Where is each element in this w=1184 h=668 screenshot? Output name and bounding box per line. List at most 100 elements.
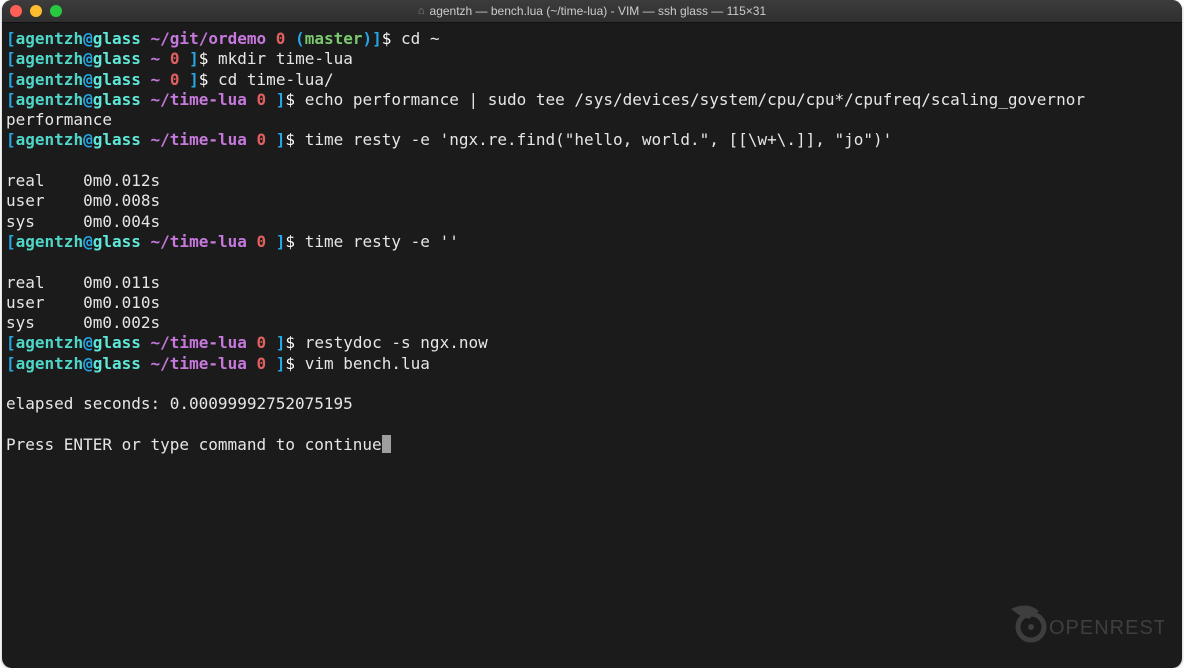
window-title: ⌂ agentzh — bench.lua (~/time-lua) - VIM… [2,4,1182,18]
prompt-bracket: ] [276,130,286,149]
prompt-bracket: [ [6,232,16,251]
prompt-bracket: ] [189,70,199,89]
command-text: time resty -e 'ngx.re.find("hello, world… [305,130,893,149]
prompt-status: 0 [257,90,267,109]
prompt-dir: ~/time-lua [151,130,247,149]
prompt-bracket: [ [6,130,16,149]
time-real-value: 0m0.012s [83,171,160,190]
prompt-user: agentzh [16,130,83,149]
prompt-dollar: $ [285,333,295,352]
home-icon: ⌂ [418,5,425,17]
prompt-bracket: [ [6,29,16,48]
prompt-dollar: $ [285,130,295,149]
close-icon[interactable] [10,5,22,17]
command-text: time resty -e '' [305,232,459,251]
prompt-host: glass [93,29,141,48]
terminal-window: ⌂ agentzh — bench.lua (~/time-lua) - VIM… [2,0,1182,668]
prompt-at: @ [83,232,93,251]
prompt-dir: ~/time-lua [151,90,247,109]
prompt-at: @ [83,49,93,68]
prompt-bracket: [ [6,70,16,89]
prompt-user: agentzh [16,70,83,89]
prompt-status: 0 [257,232,267,251]
prompt-dir: ~/time-lua [151,333,247,352]
prompt-user: agentzh [16,90,83,109]
prompt-host: glass [93,49,141,68]
time-sys-value: 0m0.002s [83,313,160,332]
time-sys-label: sys [6,212,35,231]
command-text: mkdir time-lua [218,49,353,68]
time-sys-value: 0m0.004s [83,212,160,231]
prompt-at: @ [83,29,93,48]
titlebar: ⌂ agentzh — bench.lua (~/time-lua) - VIM… [2,0,1182,23]
branch-paren: ) [362,29,372,48]
cursor-icon [382,435,391,453]
prompt-at: @ [83,354,93,373]
prompt-bracket: [ [6,90,16,109]
prompt-dollar: $ [285,90,295,109]
prompt-bracket: [ [6,354,16,373]
prompt-at: @ [83,70,93,89]
prompt-status: 0 [170,70,180,89]
prompt-at: @ [83,333,93,352]
output-elapsed: elapsed seconds: 0.00099992752075195 [6,394,353,413]
prompt-host: glass [93,70,141,89]
zoom-icon[interactable] [50,5,62,17]
prompt-dir: ~/time-lua [151,232,247,251]
prompt-bracket: ] [276,90,286,109]
command-text: cd ~ [401,29,440,48]
prompt-bracket: [ [6,49,16,68]
terminal-content[interactable]: [agentzh@glass ~/git/ordemo 0 (master)]$… [2,23,1182,461]
prompt-dir: ~/time-lua [151,354,247,373]
prompt-dollar: $ [199,70,209,89]
branch-paren: ( [295,29,305,48]
output-text: performance [6,110,112,129]
window-title-text: agentzh — bench.lua (~/time-lua) - VIM —… [430,4,767,18]
prompt-host: glass [93,130,141,149]
prompt-bracket: ] [276,333,286,352]
prompt-user: agentzh [16,29,83,48]
prompt-dir: ~/git/ordemo [151,29,267,48]
time-user-label: user [6,191,45,210]
prompt-bracket: ] [276,354,286,373]
prompt-bracket: ] [276,232,286,251]
prompt-status: 0 [257,354,267,373]
command-text: vim bench.lua [305,354,430,373]
time-real-value: 0m0.011s [83,273,160,292]
prompt-at: @ [83,90,93,109]
window-controls [10,5,62,17]
prompt-dir: ~ [151,49,161,68]
prompt-bracket: ] [372,29,382,48]
prompt-user: agentzh [16,232,83,251]
time-user-value: 0m0.008s [83,191,160,210]
prompt-host: glass [93,333,141,352]
prompt-status: 0 [257,333,267,352]
prompt-status: 0 [170,49,180,68]
prompt-host: glass [93,232,141,251]
command-text: echo performance | sudo tee /sys/devices… [305,90,1085,109]
prompt-status: 0 [257,130,267,149]
prompt-dollar: $ [382,29,392,48]
prompt-dollar: $ [285,232,295,251]
prompt-branch: master [305,29,363,48]
prompt-bracket: [ [6,333,16,352]
time-real-label: real [6,171,45,190]
time-sys-label: sys [6,313,35,332]
logo-text: OPENRESTY [1049,617,1164,639]
prompt-host: glass [93,90,141,109]
prompt-user: agentzh [16,333,83,352]
command-text: restydoc -s ngx.now [305,333,488,352]
time-user-value: 0m0.010s [83,293,160,312]
prompt-status: 0 [276,29,286,48]
prompt-user: agentzh [16,49,83,68]
prompt-dir: ~ [151,70,161,89]
minimize-icon[interactable] [30,5,42,17]
time-user-label: user [6,293,45,312]
vim-press-enter: Press ENTER or type command to continue [6,435,382,454]
command-text: cd time-lua/ [218,70,334,89]
prompt-host: glass [93,354,141,373]
prompt-dollar: $ [285,354,295,373]
time-real-label: real [6,273,45,292]
prompt-user: agentzh [16,354,83,373]
openresty-logo: OPENRESTY [1009,601,1164,650]
